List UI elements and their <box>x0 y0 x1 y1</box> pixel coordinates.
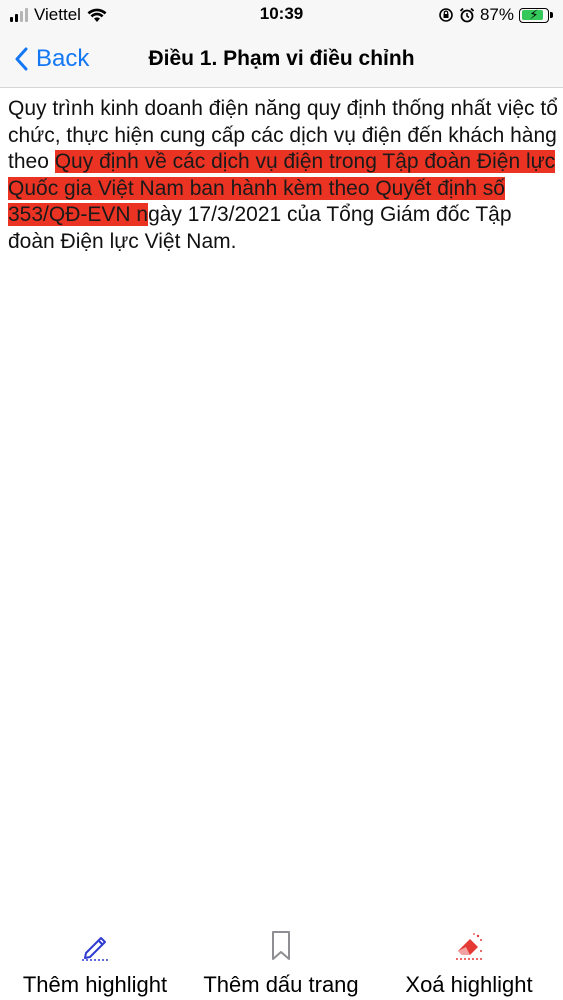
battery-percent: 87% <box>479 5 514 24</box>
bottom-toolbar: Thêm highlight Thêm dấu trang Xoá highli… <box>0 920 563 1000</box>
status-right: 87% ⚡ <box>433 4 553 26</box>
back-label: Back <box>36 45 90 72</box>
remove-highlight-button[interactable]: Xoá highlight <box>384 920 554 1000</box>
add-highlight-label: Thêm highlight <box>22 972 168 997</box>
battery-icon: ⚡ <box>519 7 549 23</box>
status-bar: Viettel 10:39 87% ⚡ <box>0 0 563 30</box>
navigation-bar: Điều 1. Phạm vi điều chỉnh Back <box>0 30 563 88</box>
alarm-icon <box>459 7 475 23</box>
bookmark-icon <box>272 931 290 960</box>
chevron-left-icon <box>15 47 28 71</box>
add-bookmark-button[interactable]: Thêm dấu trang <box>196 920 366 1000</box>
add-highlight-button[interactable]: Thêm highlight <box>10 920 180 1000</box>
back-button[interactable]: Back <box>14 30 89 88</box>
remove-highlight-label: Xoá highlight <box>405 972 533 997</box>
add-bookmark-label: Thêm dấu trang <box>203 972 359 997</box>
battery-cap <box>550 12 553 18</box>
article-text[interactable]: Quy trình kinh doanh điện năng quy định … <box>8 96 558 255</box>
orientation-lock-icon <box>439 8 453 22</box>
pencil-icon <box>82 937 108 961</box>
eraser-icon <box>456 933 482 960</box>
